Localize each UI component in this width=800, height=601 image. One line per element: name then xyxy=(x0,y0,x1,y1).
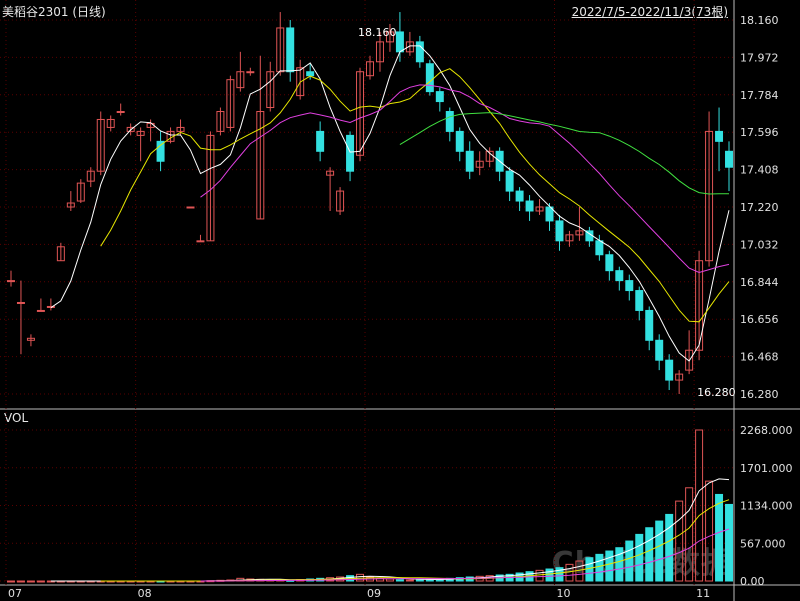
candle-body xyxy=(505,170,514,192)
candle-body xyxy=(515,190,524,202)
volume-bar xyxy=(645,527,654,582)
volume-bar xyxy=(16,580,25,583)
candle-body xyxy=(555,220,564,242)
candle-body xyxy=(645,309,654,341)
candle-body xyxy=(445,111,454,132)
volume-bar xyxy=(395,579,404,582)
candle-body xyxy=(306,71,315,77)
month-label: 11 xyxy=(696,587,710,600)
volume-bar xyxy=(595,553,604,582)
month-label: 10 xyxy=(556,587,570,600)
price-tick-label: 16.844 xyxy=(740,276,779,289)
candle-body xyxy=(665,359,674,381)
price-tick-label: 16.468 xyxy=(740,351,779,364)
volume-tick-label: 1701.000 xyxy=(740,462,793,475)
ma10-line xyxy=(100,68,730,323)
volume-bar xyxy=(36,580,45,583)
volume-bar xyxy=(655,520,664,582)
extreme-value-label: 16.280 xyxy=(697,386,736,399)
volume-bar xyxy=(6,580,15,583)
volume-bar xyxy=(545,568,554,582)
volume-bar xyxy=(26,580,35,583)
price-tick-label: 18.160 xyxy=(740,14,779,27)
candle-body xyxy=(635,290,644,311)
month-label: 09 xyxy=(367,587,381,600)
volume-bar xyxy=(605,550,614,582)
candle-body xyxy=(116,111,125,114)
volume-tick-label: 567.000 xyxy=(740,537,786,550)
candle-body xyxy=(16,301,25,304)
volume-tick-label: 0.00 xyxy=(740,575,765,588)
volume-bar xyxy=(405,579,414,582)
candle-body xyxy=(395,31,404,53)
candle-body xyxy=(196,240,205,243)
volume-bar xyxy=(675,500,684,582)
candle-body xyxy=(615,270,624,282)
volume-ma10-line xyxy=(100,499,730,582)
month-label: 08 xyxy=(138,587,152,600)
candle-body xyxy=(625,280,634,292)
candle-body xyxy=(415,41,424,63)
volume-bar xyxy=(725,503,734,582)
volume-bar xyxy=(385,578,394,582)
price-tick-label: 17.408 xyxy=(740,164,779,177)
candle-body xyxy=(715,130,724,142)
extreme-value-label: 18.160 xyxy=(358,26,397,39)
volume-bar xyxy=(585,557,594,582)
volume-tick-label: 2268.000 xyxy=(740,424,793,437)
volume-bar xyxy=(665,513,674,582)
candle-body xyxy=(36,309,45,312)
chart-canvas: 18.160 17.972 17.784 17.596 17.408 17.220 17.0… xyxy=(0,0,800,601)
volume-bar xyxy=(635,533,644,582)
candle-body xyxy=(525,200,534,212)
volume-bar xyxy=(565,563,574,582)
candle-body xyxy=(465,150,474,172)
price-tick-label: 17.972 xyxy=(740,51,779,64)
volume-bar xyxy=(685,487,694,582)
volume-bar xyxy=(615,547,624,582)
candle-body xyxy=(725,150,734,168)
price-tick-label: 17.784 xyxy=(740,89,779,102)
volume-bar xyxy=(705,480,714,582)
price-tick-label: 17.596 xyxy=(740,126,779,139)
candle-body xyxy=(246,71,255,74)
volume-bar xyxy=(715,493,724,582)
price-tick-label: 16.280 xyxy=(740,388,779,401)
candle-body xyxy=(655,339,664,361)
candle-body xyxy=(425,63,434,93)
volume-bar xyxy=(535,569,544,582)
price-tick-label: 17.032 xyxy=(740,238,779,251)
candle-body xyxy=(156,140,165,162)
month-label: 07 xyxy=(8,587,22,600)
candle-body xyxy=(346,134,355,172)
candle-body xyxy=(605,254,614,272)
volume-bar xyxy=(625,540,634,582)
price-tick-label: 16.656 xyxy=(740,313,779,326)
candle-body xyxy=(595,240,604,256)
candle-body xyxy=(455,130,464,152)
candle-body xyxy=(6,280,15,283)
candle-body xyxy=(316,130,325,152)
volume-tick-label: 1134.000 xyxy=(740,500,793,513)
candle-body xyxy=(286,27,295,73)
candle-body xyxy=(186,206,195,209)
candle-body xyxy=(435,91,444,103)
price-tick-label: 17.220 xyxy=(740,201,779,214)
